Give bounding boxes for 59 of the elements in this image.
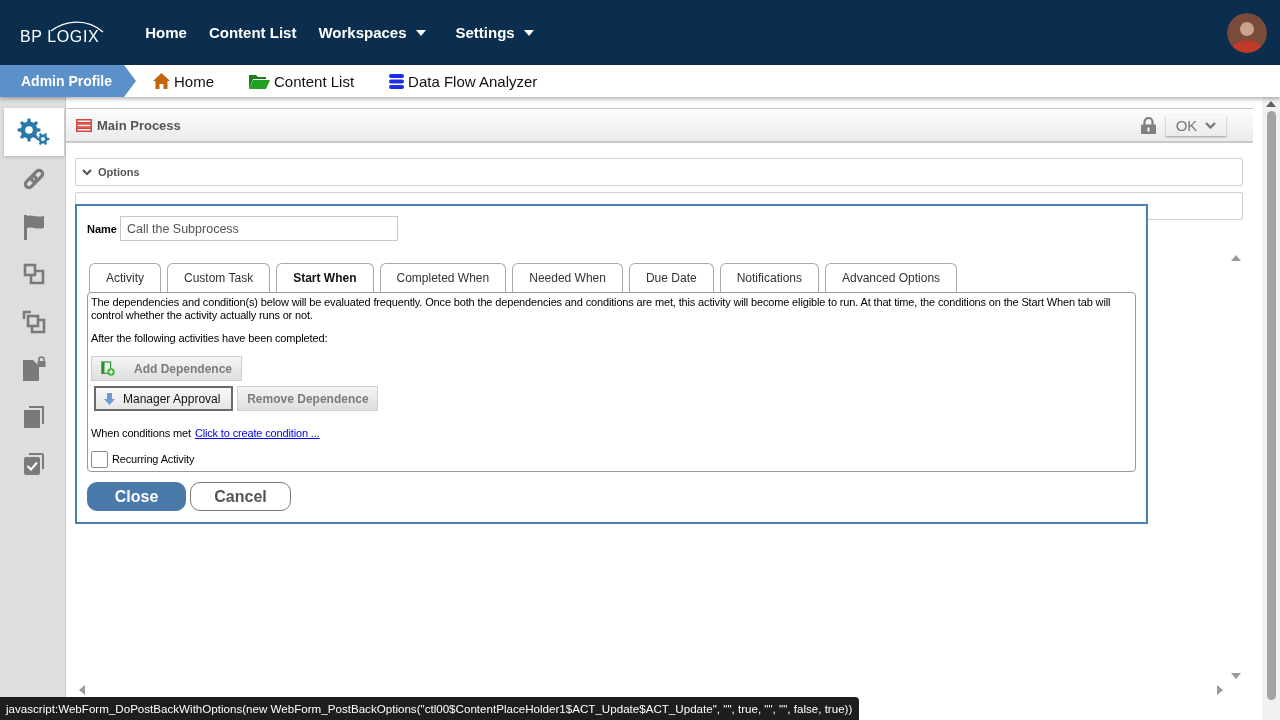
nav-item[interactable]: Settings: [455, 24, 534, 41]
tab[interactable]: Start When: [276, 263, 374, 292]
scrollbar-thumb[interactable]: [1266, 111, 1276, 700]
panel-title: Main Process: [97, 117, 181, 133]
create-condition-link[interactable]: Click to create condition ...: [194, 427, 320, 440]
close-button[interactable]: Close: [87, 482, 186, 511]
scroll-down-icon[interactable]: [1231, 673, 1241, 679]
tab[interactable]: Custom Task: [167, 263, 271, 292]
caret-icon: [415, 29, 426, 36]
copies-icon: [23, 404, 45, 429]
conditions-label: When conditions met: [91, 427, 191, 440]
section-header[interactable]: Options: [75, 158, 1243, 186]
avatar-icon[interactable]: [1227, 12, 1267, 53]
document-plus-icon: [101, 360, 115, 377]
chevron-down-icon: [82, 168, 92, 176]
name-field[interactable]: Call the Subprocess: [119, 216, 398, 241]
stacked-layers-icon: [389, 73, 405, 89]
tab[interactable]: Needed When: [512, 263, 623, 292]
lock-icon: [1141, 116, 1156, 134]
caret-icon: [523, 29, 534, 36]
recurring-checkbox[interactable]: [91, 451, 108, 468]
scroll-right-icon[interactable]: [1217, 685, 1223, 695]
status-bar: javascript:WebForm_DoPostBackWithOptions(new WebForm_PostBackOptions("ctl00$ContentPlaceHolder1$ACT_Update$ACT_Update", "", true, "", "", false, true)): [0, 697, 860, 720]
scrollbar[interactable]: [1262, 97, 1280, 720]
flag-icon: [23, 213, 45, 240]
scroll-up-icon[interactable]: [1231, 255, 1241, 261]
chain-link-icon: [22, 167, 46, 192]
logo-text: BP LOGIX: [20, 27, 100, 46]
document-lock-icon: [21, 356, 47, 383]
nav-item[interactable]: Workspaces: [318, 24, 426, 41]
scroll-left-icon[interactable]: [79, 685, 85, 695]
squares-icon: [23, 263, 45, 286]
stacked-rows-icon: [76, 118, 92, 132]
tab[interactable]: Notifications: [719, 263, 819, 292]
folder-icon: [249, 73, 271, 89]
tab[interactable]: Advanced Options: [825, 263, 958, 292]
down-arrow-icon: [104, 392, 115, 405]
scroll-up-icon[interactable]: [1266, 101, 1276, 107]
tab[interactable]: Activity: [89, 263, 161, 292]
recurring-label: Recurring Activity: [112, 453, 195, 466]
cancel-button[interactable]: Cancel: [190, 482, 291, 511]
chevron-down-icon: [1205, 121, 1217, 129]
nav-item[interactable]: Home: [145, 24, 187, 41]
tab[interactable]: Due Date: [628, 263, 714, 292]
intro-text: The dependencies and condition(s) below will be evaluated frequently. Once both the dependencies and conditions are met, this activity will become eligible to run. At that time, the conditions on the Start When tab will control whether the activity actually runs or not.: [91, 296, 1112, 322]
tab[interactable]: Completed When: [379, 263, 507, 292]
gears-icon: [17, 117, 51, 146]
house-icon: [153, 73, 170, 89]
ok-dropdown-button[interactable]: OK: [1166, 114, 1226, 136]
checked-box-icon: [23, 452, 45, 477]
breadcrumb-link[interactable]: Data Flow Analyzer: [389, 72, 538, 90]
overlapping-squares-icon: [22, 309, 46, 334]
nav-item[interactable]: Content List: [208, 24, 297, 41]
breadcrumb-link[interactable]: Home: [153, 72, 215, 90]
name-label: Name: [87, 222, 117, 235]
breadcrumb-link[interactable]: Content List: [249, 72, 355, 90]
dependencies-label: After the following activities have been completed:: [91, 332, 329, 345]
sidebar-item[interactable]: [4, 108, 64, 156]
dependency-item[interactable]: Manager Approval: [94, 386, 234, 411]
